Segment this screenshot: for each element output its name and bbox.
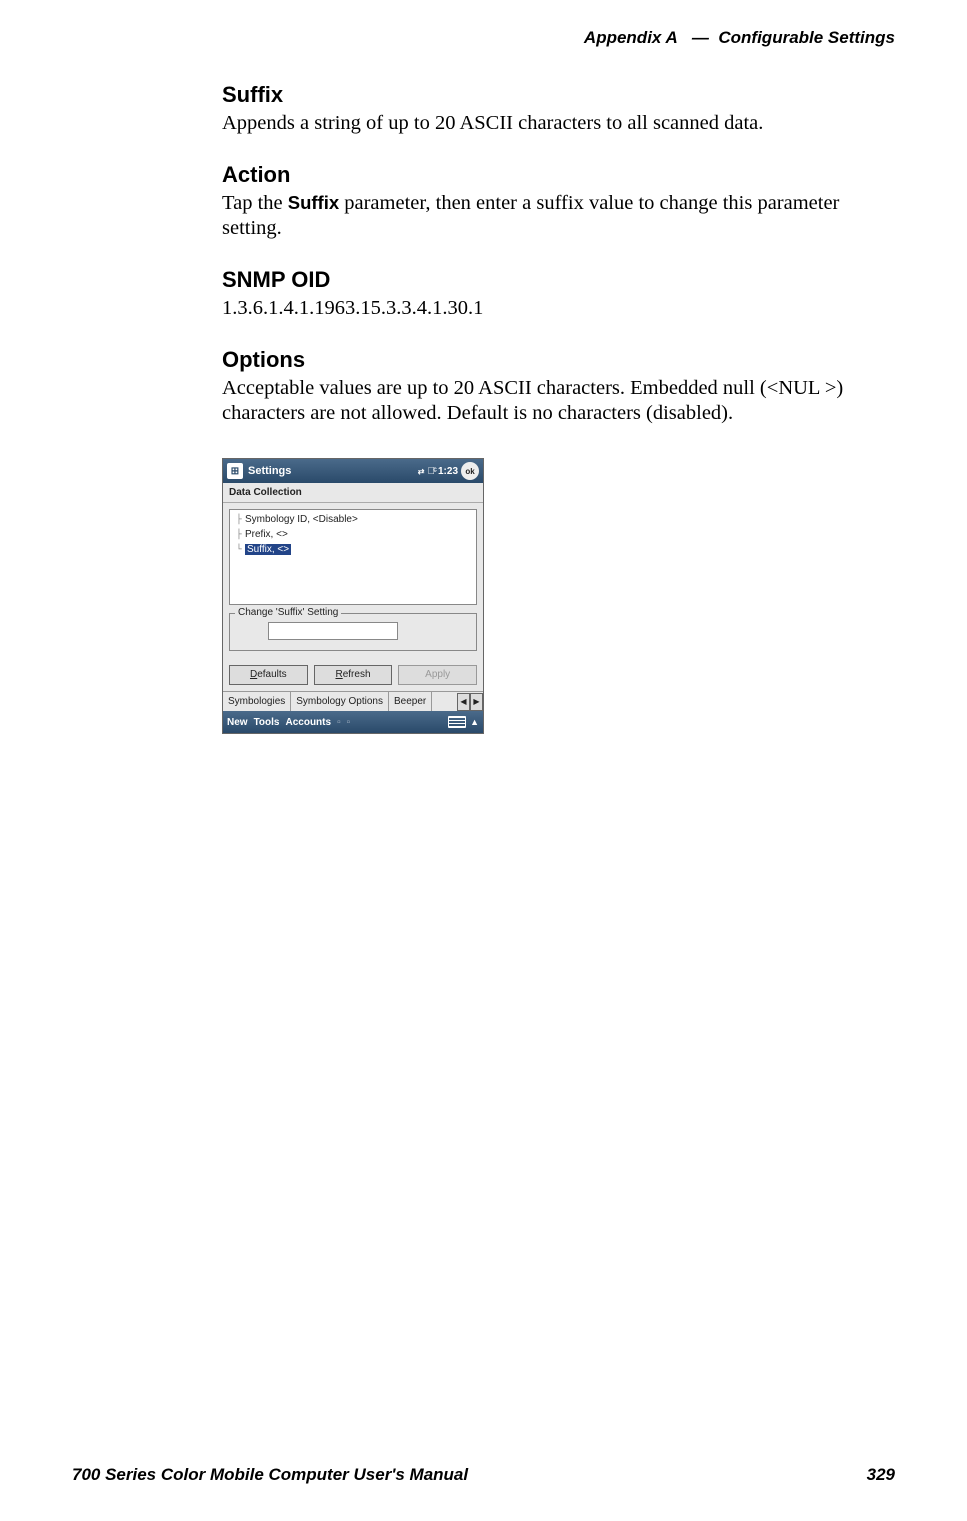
text-snmp: 1.3.6.1.4.1.1963.15.3.3.4.1.30.1 bbox=[222, 296, 877, 321]
heading-suffix: Suffix bbox=[222, 82, 877, 108]
tab-scroll-arrows: ◀ ▶ bbox=[457, 693, 483, 711]
connectivity-icon[interactable]: ⇄ bbox=[418, 467, 425, 476]
text-action-bold: Suffix bbox=[288, 192, 339, 213]
tree-branch-icon: ├ bbox=[233, 515, 245, 525]
apply-button: Apply bbox=[398, 665, 477, 685]
tree-item-suffix[interactable]: └ Suffix, <> bbox=[233, 542, 473, 557]
clock-time[interactable]: 1:23 bbox=[438, 466, 458, 477]
tree-item-prefix[interactable]: ├ Prefix, <> bbox=[233, 527, 473, 542]
defaults-button[interactable]: Defaults bbox=[229, 665, 308, 685]
text-action: Tap the Suffix parameter, then enter a s… bbox=[222, 191, 877, 241]
command-bar: New Tools Accounts ▫ ▫ ▲ bbox=[223, 711, 483, 733]
footer-manual-title: 700 Series Color Mobile Computer User's … bbox=[72, 1465, 468, 1485]
tree-branch-icon: ├ bbox=[233, 530, 245, 540]
tab-symbology-options[interactable]: Symbology Options bbox=[291, 692, 389, 711]
heading-options: Options bbox=[222, 347, 877, 373]
header-appendix: Appendix A bbox=[584, 28, 678, 47]
menu-accounts[interactable]: Accounts bbox=[286, 717, 332, 728]
bottombar-icon-2[interactable]: ▫ bbox=[347, 717, 351, 728]
header-title: Configurable Settings bbox=[718, 28, 895, 47]
screenshot-titlebar: ⊞ Settings ⇄ ◀ͨ 1:23 ok bbox=[223, 459, 483, 483]
tree-item-selected: Suffix, <> bbox=[245, 544, 291, 555]
windows-start-icon[interactable]: ⊞ bbox=[227, 463, 243, 479]
heading-action: Action bbox=[222, 162, 877, 188]
panel-body: ├ Symbology ID, <Disable> ├ Prefix, <> └… bbox=[223, 503, 483, 691]
bottombar-icon-1[interactable]: ▫ bbox=[337, 717, 341, 728]
ok-button[interactable]: ok bbox=[461, 462, 479, 480]
tab-scroll-left-icon[interactable]: ◀ bbox=[457, 693, 470, 711]
tree-item-symbology-id[interactable]: ├ Symbology ID, <Disable> bbox=[233, 512, 473, 527]
tab-scroll-right-icon[interactable]: ▶ bbox=[470, 693, 483, 711]
button-row: Defaults Refresh Apply bbox=[229, 665, 477, 685]
up-arrow-icon[interactable]: ▲ bbox=[470, 717, 479, 727]
menu-tools[interactable]: Tools bbox=[254, 717, 280, 728]
refresh-button[interactable]: Refresh bbox=[314, 665, 393, 685]
text-options: Acceptable values are up to 20 ASCII cha… bbox=[222, 376, 877, 426]
page-header: Appendix A — Configurable Settings bbox=[584, 28, 895, 48]
fieldset-legend: Change 'Suffix' Setting bbox=[235, 607, 341, 618]
change-setting-fieldset: Change 'Suffix' Setting bbox=[229, 613, 477, 651]
device-screenshot: ⊞ Settings ⇄ ◀ͨ 1:23 ok Data Collection … bbox=[222, 458, 484, 734]
suffix-value-input[interactable] bbox=[268, 622, 398, 640]
volume-icon[interactable]: ◀ͨ bbox=[427, 466, 435, 477]
page-footer: 700 Series Color Mobile Computer User's … bbox=[72, 1465, 895, 1485]
screenshot-title: Settings bbox=[248, 465, 418, 477]
tab-strip: Symbologies Symbology Options Beeper ◀ ▶ bbox=[223, 691, 483, 711]
header-sep: — bbox=[692, 28, 709, 47]
text-suffix: Appends a string of up to 20 ASCII chara… bbox=[222, 111, 877, 136]
menu-new[interactable]: New bbox=[227, 717, 248, 728]
tree-listbox[interactable]: ├ Symbology ID, <Disable> ├ Prefix, <> └… bbox=[229, 509, 477, 605]
footer-page-number: 329 bbox=[867, 1465, 895, 1485]
heading-snmp: SNMP OID bbox=[222, 267, 877, 293]
tree-branch-icon: └ bbox=[233, 545, 245, 555]
panel-title: Data Collection bbox=[223, 483, 483, 503]
tab-beeper[interactable]: Beeper bbox=[389, 692, 432, 711]
tab-symbologies[interactable]: Symbologies bbox=[223, 692, 291, 711]
main-content: Suffix Appends a string of up to 20 ASCI… bbox=[222, 82, 877, 734]
keyboard-icon[interactable] bbox=[448, 716, 466, 728]
